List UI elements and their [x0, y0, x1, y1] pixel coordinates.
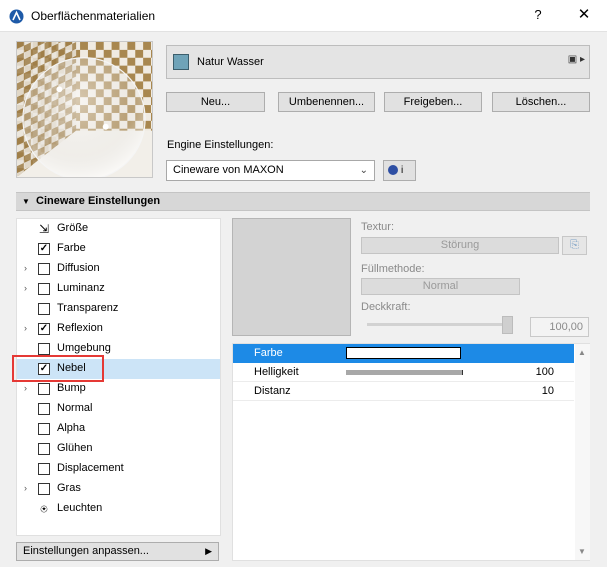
channel-checkbox[interactable] — [38, 283, 50, 295]
table-row[interactable]: Farbe — [233, 344, 574, 363]
list-item-label: Alpha — [57, 422, 86, 434]
expand-arrow-icon[interactable]: › — [24, 323, 27, 333]
window-title: Oberflächenmaterialien — [31, 9, 156, 23]
channel-checkbox[interactable] — [38, 383, 50, 395]
scroll-down-icon[interactable]: ▼ — [578, 547, 586, 556]
material-menu-icon[interactable]: ▣ ▸ — [568, 54, 585, 65]
list-item[interactable]: › Gras — [17, 479, 220, 499]
archicad-app-icon — [9, 9, 24, 24]
list-item-label: Gras — [57, 482, 81, 494]
material-preview — [16, 41, 153, 178]
list-item-label: Glühen — [57, 442, 93, 454]
list-item-label: Farbe — [57, 242, 86, 254]
cineware-logo-icon — [388, 165, 398, 176]
size-icon: ⇲ — [38, 222, 50, 236]
texture-browse-icon[interactable]: ⎘ — [562, 236, 587, 255]
list-item[interactable]: ✓ Farbe — [17, 239, 220, 259]
list-item-label: Transparenz — [57, 302, 119, 314]
channel-checkbox[interactable]: ✓ — [38, 243, 50, 255]
list-item[interactable]: Alpha — [17, 419, 220, 439]
opacity-slider-handle[interactable] — [502, 316, 513, 334]
brightness-slider-fill — [346, 370, 463, 375]
engine-info-button[interactable]: i — [383, 160, 416, 181]
channel-checkbox[interactable] — [38, 303, 50, 315]
new-button[interactable]: Neu... — [166, 92, 265, 112]
material-name: Natur Wasser — [197, 56, 264, 68]
fill-method-label: Füllmethode: — [361, 263, 425, 275]
opacity-slider-track[interactable] — [367, 323, 513, 326]
texture-label: Textur: — [361, 221, 395, 233]
expand-arrow-icon[interactable]: › — [24, 263, 27, 273]
expand-arrow-icon[interactable]: › — [24, 383, 27, 393]
channel-checkbox[interactable] — [38, 263, 50, 275]
list-item-label: Bump — [57, 382, 86, 394]
channel-checkbox[interactable]: ✓ — [38, 323, 50, 335]
annotation-highlight — [12, 355, 104, 382]
parameter-table: Farbe Helligkeit 100 Distanz 10 ▲ ▼ — [232, 343, 590, 561]
lamp-icon: ⍟ — [40, 502, 48, 516]
fill-method-select[interactable]: Normal — [361, 278, 520, 295]
expand-arrow-icon[interactable]: › — [24, 283, 27, 293]
title-bar: Oberflächenmaterialien ? ✕ — [0, 0, 607, 32]
list-item-label: Umgebung — [57, 342, 111, 354]
table-row[interactable]: Helligkeit 100 — [233, 363, 574, 382]
channel-checkbox[interactable] — [38, 343, 50, 355]
opacity-label: Deckkraft: — [361, 301, 411, 313]
expand-arrow-icon[interactable]: › — [24, 483, 27, 493]
opacity-input[interactable]: 100,00 — [530, 317, 589, 337]
list-item[interactable]: Normal — [17, 399, 220, 419]
param-name: Helligkeit — [254, 366, 299, 378]
collapse-triangle-icon: ▼ — [22, 197, 30, 206]
list-item[interactable]: ⇲ Größe — [17, 219, 220, 239]
engine-select[interactable]: Cineware von MAXON ⌄ — [166, 160, 375, 181]
list-item-label: Displacement — [57, 462, 124, 474]
scrollbar[interactable]: ▲ ▼ — [575, 344, 590, 560]
customize-settings-button[interactable]: Einstellungen anpassen... ▶ — [16, 542, 219, 561]
list-item[interactable]: ⍟ Leuchten — [17, 499, 220, 519]
list-item[interactable]: › Diffusion — [17, 259, 220, 279]
chevron-down-icon: ⌄ — [359, 165, 368, 176]
list-item-label: Reflexion — [57, 322, 103, 334]
texture-preview — [232, 218, 351, 336]
param-name: Farbe — [254, 347, 283, 359]
texture-field[interactable]: Störung — [361, 237, 559, 254]
scroll-up-icon[interactable]: ▲ — [578, 348, 586, 357]
channel-checkbox[interactable] — [38, 423, 50, 435]
param-value[interactable]: 100 — [536, 366, 554, 378]
list-item-label: Diffusion — [57, 262, 100, 274]
engine-settings-label: Engine Einstellungen: — [167, 139, 274, 151]
section-title: Cineware Einstellungen — [36, 195, 161, 207]
list-item[interactable]: Glühen — [17, 439, 220, 459]
channel-checkbox[interactable] — [38, 483, 50, 495]
rename-button[interactable]: Umbenennen... — [278, 92, 375, 112]
share-button[interactable]: Freigeben... — [384, 92, 482, 112]
close-icon[interactable]: ✕ — [570, 5, 598, 27]
chevron-right-icon: ▶ — [205, 546, 212, 556]
material-selector[interactable]: Natur Wasser ▣ ▸ — [166, 45, 590, 79]
delete-button[interactable]: Löschen... — [492, 92, 590, 112]
channel-checkbox[interactable] — [38, 463, 50, 475]
color-value-swatch[interactable] — [346, 347, 461, 359]
channel-checkbox[interactable] — [38, 443, 50, 455]
help-button[interactable]: ? — [526, 7, 550, 25]
list-item-label: Größe — [57, 222, 89, 234]
list-item[interactable]: › Luminanz — [17, 279, 220, 299]
engine-selected-value: Cineware von MAXON — [173, 164, 284, 176]
param-name: Distanz — [254, 385, 291, 397]
table-row[interactable]: Distanz 10 — [233, 382, 574, 401]
brightness-slider[interactable] — [346, 370, 463, 375]
customize-settings-label: Einstellungen anpassen... — [23, 545, 149, 557]
list-item-label: Leuchten — [57, 502, 103, 514]
info-icon: i — [401, 165, 404, 176]
material-color-swatch — [173, 54, 189, 70]
list-item[interactable]: Transparenz — [17, 299, 220, 319]
list-item[interactable]: › Bump — [17, 379, 220, 399]
cineware-settings-header[interactable]: ▼ Cineware Einstellungen — [16, 192, 590, 211]
param-value[interactable]: 10 — [542, 385, 554, 397]
list-item[interactable]: Displacement — [17, 459, 220, 479]
list-item[interactable]: › ✓ Reflexion — [17, 319, 220, 339]
channel-checkbox[interactable] — [38, 403, 50, 415]
list-item-label: Normal — [57, 402, 93, 414]
list-item-label: Luminanz — [57, 282, 105, 294]
